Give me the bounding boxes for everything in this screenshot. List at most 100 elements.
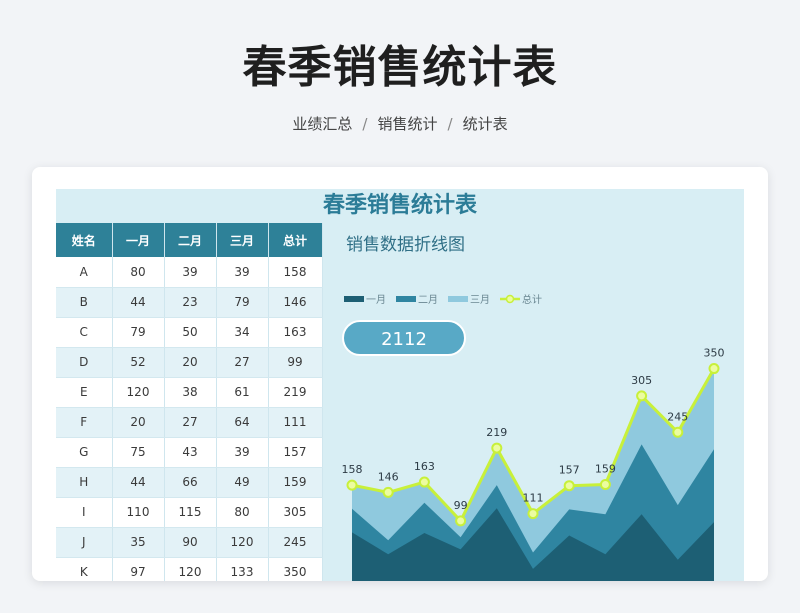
table-cell[interactable]: J [56,527,113,558]
table-cell[interactable]: 80 [112,257,165,288]
table-cell[interactable]: 43 [164,437,217,468]
table-cell[interactable]: 245 [268,527,323,558]
table-row: B 44 23 79 146 [56,287,323,318]
breadcrumb-separator: / [362,115,368,133]
table-row: K 97 120 133 350 [56,557,323,581]
data-label: 146 [378,470,399,483]
total-point [346,479,358,491]
table-cell[interactable]: 39 [216,437,269,468]
table-cell[interactable]: 20 [112,407,165,438]
table-cell[interactable]: 44 [112,467,165,498]
legend-label: 总计 [522,293,542,306]
table-cell[interactable]: E [56,377,113,408]
table-cell[interactable]: C [56,317,113,348]
breadcrumb-item-3[interactable]: 统计表 [463,115,508,133]
breadcrumb-separator: / [447,115,453,133]
table-cell[interactable]: 219 [268,377,323,408]
total-point [636,390,648,402]
table-cell[interactable]: 38 [164,377,217,408]
table-cell[interactable]: A [56,257,113,288]
table-cell[interactable]: 159 [268,467,323,498]
table-row: D 52 20 27 99 [56,347,323,378]
table-cell[interactable]: 49 [216,467,269,498]
table-cell[interactable]: I [56,497,113,528]
column-header: 二月 [164,223,217,257]
table-cell[interactable]: 133 [216,557,269,581]
table-row: A 80 39 39 158 [56,257,323,288]
legend-swatch [344,296,364,302]
legend-marker [505,294,515,304]
table-cell[interactable]: 120 [216,527,269,558]
data-label: 163 [414,460,435,473]
table-cell[interactable]: 44 [112,287,165,318]
table-cell[interactable]: K [56,557,113,581]
data-label: 157 [559,464,580,477]
table-cell[interactable]: G [56,437,113,468]
table-cell[interactable]: D [56,347,113,378]
table-cell[interactable]: 350 [268,557,323,581]
total-point [563,480,575,492]
table-cell[interactable]: 39 [164,257,217,288]
data-label: 350 [704,347,725,360]
breadcrumb-item-2[interactable]: 销售统计 [377,115,437,133]
sheet-title: 春季销售统计表 [322,193,477,218]
table-row: C 79 50 34 163 [56,317,323,348]
table-cell[interactable]: 110 [112,497,165,528]
legend-label: 二月 [418,294,438,306]
table-cell[interactable]: 61 [216,377,269,408]
page-title: 春季销售统计表 [242,42,558,93]
table-cell[interactable]: 27 [216,347,269,378]
table-row: J 35 90 120 245 [56,527,323,558]
table-cell[interactable]: H [56,467,113,498]
table-cell[interactable]: 75 [112,437,165,468]
data-label: 305 [631,374,652,387]
breadcrumb-item-1[interactable]: 业绩汇总 [292,115,352,133]
table-cell[interactable]: B [56,287,113,318]
table-cell[interactable]: 111 [268,407,323,438]
sales-line-chart: 158 146 163 99 219 111 157 159 305 245 350 一月 二月 三月 总计 [342,293,725,581]
table-cell[interactable]: 90 [164,527,217,558]
data-label: 158 [342,463,363,476]
data-label: 99 [454,499,468,512]
table-cell[interactable]: 50 [164,317,217,348]
table-cell[interactable]: 163 [268,317,323,348]
data-label: 219 [486,426,507,439]
table-cell[interactable]: 52 [112,347,165,378]
table-cell[interactable]: 34 [216,317,269,348]
preview-card: 春季销售统计表 姓名 一月 二月 三月 总计 A 80 39 39 158 B 44 23 79 146 C… [32,167,768,581]
column-header: 总计 [268,223,323,257]
table-cell[interactable]: F [56,407,113,438]
table-cell[interactable]: 115 [164,497,217,528]
table-cell[interactable]: 97 [112,557,165,581]
table-cell[interactable]: 20 [164,347,217,378]
table-cell[interactable]: 146 [268,287,323,318]
table-cell[interactable]: 99 [268,347,323,378]
table-cell[interactable]: 80 [216,497,269,528]
total-point [418,476,430,488]
legend-label: 一月 [366,294,386,306]
chart-area: 销售数据折线图 158 146 163 99 219 111 157 159 305 245 350… [322,223,744,581]
table-cell[interactable]: 120 [164,557,217,581]
table-cell[interactable]: 79 [216,287,269,318]
legend-label: 三月 [470,294,490,306]
grand-total-badge: 2112 [342,320,466,356]
table-row: F 20 27 64 111 [56,407,323,438]
table-row: E 120 38 61 219 [56,377,323,408]
table-cell[interactable]: 64 [216,407,269,438]
legend-swatch [448,296,468,302]
table-cell[interactable]: 35 [112,527,165,558]
table-cell[interactable]: 66 [164,467,217,498]
table-cell[interactable]: 120 [112,377,165,408]
total-point [382,486,394,498]
total-point [599,478,611,490]
table-cell[interactable]: 27 [164,407,217,438]
table-cell[interactable]: 158 [268,257,323,288]
sales-table: 姓名 一月 二月 三月 总计 A 80 39 39 158 B 44 23 79 146 C 79 50 34 16… [56,223,323,581]
table-cell[interactable]: 157 [268,437,323,468]
table-row: I 110 115 80 305 [56,497,323,528]
table-cell[interactable]: 39 [216,257,269,288]
table-cell[interactable]: 23 [164,287,217,318]
table-cell[interactable]: 305 [268,497,323,528]
total-point [708,363,720,375]
table-cell[interactable]: 79 [112,317,165,348]
